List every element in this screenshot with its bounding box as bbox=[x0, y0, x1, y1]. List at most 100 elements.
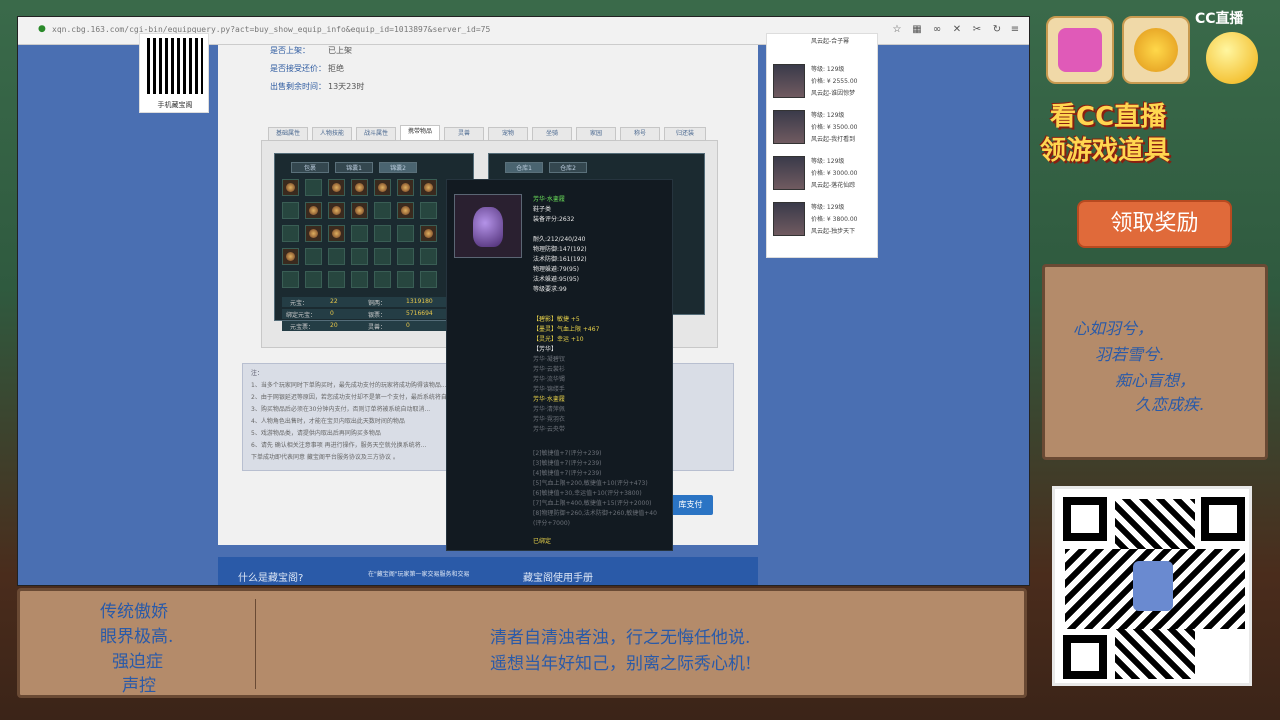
tab-storage2[interactable]: 仓库2 bbox=[549, 162, 587, 173]
url-text[interactable]: xqn.cbg.163.com/cgi-bin/equipquery.py?ac… bbox=[52, 25, 490, 34]
listing-item[interactable]: 等级: 129级 价格: ¥ 3800.00 风云起-独步天下 bbox=[773, 200, 877, 240]
inventory-slot[interactable] bbox=[282, 202, 299, 219]
tag-line: 眼界极高. bbox=[100, 627, 174, 647]
inventory-slot[interactable] bbox=[282, 271, 299, 288]
reload-icon[interactable]: ↻ bbox=[990, 23, 1004, 37]
sale-status-row: 是否上架： 已上架 bbox=[270, 45, 352, 56]
inventory-item[interactable] bbox=[397, 202, 414, 219]
similar-listings: 风云起-合子幂 等级: 129级 价格: ¥ 2555.00 风云起-谁因惊梦 … bbox=[766, 33, 878, 258]
inventory-slot[interactable] bbox=[420, 271, 437, 288]
inventory-item[interactable] bbox=[282, 248, 299, 265]
promo-banner: 看CC直播 领游戏道具 bbox=[1040, 90, 1220, 200]
inventory-item[interactable] bbox=[328, 179, 345, 196]
tab-pets[interactable]: 宠物 bbox=[488, 127, 528, 141]
help-link[interactable]: 什么是藏宝阁? bbox=[238, 569, 303, 584]
poem-panel: 心如羽兮， 羽若雪兮. 痴心盲想， 久恋成疾. bbox=[1042, 264, 1268, 460]
item-stat: 法术躲避:95(95) bbox=[533, 276, 579, 283]
menu-icon[interactable]: ≡ bbox=[1008, 23, 1022, 37]
item-type: 鞋子类 bbox=[533, 206, 552, 213]
inventory-slot[interactable] bbox=[351, 225, 368, 242]
inventory-slot[interactable] bbox=[374, 202, 391, 219]
inventory-item[interactable] bbox=[351, 179, 368, 196]
claim-reward-button[interactable]: 领取奖励 bbox=[1077, 200, 1232, 248]
listing-item[interactable]: 等级: 129级 价格: ¥ 2555.00 风云起-谁因惊梦 bbox=[773, 62, 877, 102]
poem-line: 久恋成疾. bbox=[1135, 395, 1205, 414]
inventory-item[interactable] bbox=[282, 179, 299, 196]
inventory-slot[interactable] bbox=[420, 248, 437, 265]
stat-key: 铜两： bbox=[368, 300, 387, 307]
inventory-slot[interactable] bbox=[328, 248, 345, 265]
tab-spirit[interactable]: 灵兽 bbox=[444, 127, 484, 141]
manual-link[interactable]: 藏宝阁使用手册 bbox=[523, 569, 593, 584]
promo-line: 领游戏道具 bbox=[1040, 136, 1171, 166]
tab-storage1[interactable]: 仓库1 bbox=[505, 162, 543, 173]
link-icon[interactable]: ∞ bbox=[930, 23, 944, 37]
listing-level: 等级: 129级 bbox=[811, 158, 845, 165]
puzzle-button[interactable] bbox=[1046, 16, 1114, 84]
inventory-item[interactable] bbox=[328, 225, 345, 242]
tab-pouch2[interactable]: 锦囊2 bbox=[379, 162, 417, 173]
qr-caption: 手机藏宝阁 bbox=[157, 101, 193, 109]
inventory-slot[interactable] bbox=[305, 248, 322, 265]
tab-skills[interactable]: 人物技能 bbox=[312, 127, 352, 141]
inventory-item[interactable] bbox=[374, 179, 391, 196]
inventory-slot[interactable] bbox=[351, 248, 368, 265]
tab-title[interactable]: 称号 bbox=[620, 127, 660, 141]
inventory-item[interactable] bbox=[397, 179, 414, 196]
inventory-item[interactable] bbox=[328, 202, 345, 219]
inventory-slot[interactable] bbox=[374, 248, 391, 265]
gem-line: 【墨灵】气血上限 +467 bbox=[533, 326, 600, 333]
inventory-item[interactable] bbox=[305, 202, 322, 219]
inventory-slot[interactable] bbox=[282, 225, 299, 242]
listing-name[interactable]: 风云起-合子幂 bbox=[811, 36, 849, 45]
inventory-slot[interactable] bbox=[397, 225, 414, 242]
inventory-item[interactable] bbox=[305, 225, 322, 242]
cc-logo: CC直播 bbox=[1195, 11, 1244, 27]
set-item: 芳华·云裳衫 bbox=[533, 366, 565, 373]
inventory-item[interactable] bbox=[351, 202, 368, 219]
inventory-slot[interactable] bbox=[397, 248, 414, 265]
scissors-icon[interactable]: ✂ bbox=[970, 23, 984, 37]
inventory-slot[interactable] bbox=[305, 271, 322, 288]
listing-item[interactable]: 等级: 129级 价格: ¥ 3500.00 风云起-我打看到 bbox=[773, 108, 877, 148]
listing-price: 价格: ¥ 2555.00 bbox=[811, 78, 858, 85]
stat-value: 5716694 bbox=[406, 310, 433, 317]
refine-line: [2]敏捷值+7(评分+239) bbox=[533, 450, 602, 457]
pay-button[interactable]: 库支付 bbox=[668, 495, 713, 515]
set-item-active: 芳华·水銮履 bbox=[533, 396, 565, 403]
tab-return[interactable]: 归还装 bbox=[664, 127, 706, 141]
inventory-slot[interactable] bbox=[305, 179, 322, 196]
tab-bag[interactable]: 包裹 bbox=[291, 162, 329, 173]
coin-button[interactable] bbox=[1122, 16, 1190, 84]
inventory-slot[interactable] bbox=[420, 202, 437, 219]
bookmark-icon[interactable]: ▦ bbox=[910, 23, 924, 37]
inventory-slot[interactable] bbox=[351, 271, 368, 288]
inventory-slot[interactable] bbox=[397, 271, 414, 288]
inventory-item[interactable] bbox=[420, 179, 437, 196]
star-icon[interactable]: ☆ bbox=[890, 23, 904, 37]
inventory-slot[interactable] bbox=[374, 225, 391, 242]
inventory-slot[interactable] bbox=[328, 271, 345, 288]
listing-level: 等级: 129级 bbox=[811, 204, 845, 211]
tab-home[interactable]: 家园 bbox=[576, 127, 616, 141]
tab-battle[interactable]: 战斗属性 bbox=[356, 127, 396, 141]
inventory-slot[interactable] bbox=[374, 271, 391, 288]
tab-mount[interactable]: 坐骑 bbox=[532, 127, 572, 141]
sale-value: 已上架 bbox=[328, 46, 352, 55]
tab-basic[interactable]: 基础属性 bbox=[268, 127, 308, 141]
close-tab-icon[interactable]: ✕ bbox=[950, 23, 964, 37]
item-name: 芳华·水銮履 bbox=[533, 196, 565, 203]
listing-price: 价格: ¥ 3800.00 bbox=[811, 216, 858, 223]
inventory-item[interactable] bbox=[420, 225, 437, 242]
tab-pouch1[interactable]: 锦囊1 bbox=[335, 162, 373, 173]
verse-line: 清者自清浊者浊，行之无悔任他说. bbox=[490, 628, 751, 648]
listing-name: 风云起-谁因惊梦 bbox=[811, 90, 856, 97]
refine-line: [5]气血上限+200,敏捷值+10(评分+473) bbox=[533, 480, 648, 487]
tab-items[interactable]: 携带物品 bbox=[400, 125, 440, 141]
bargain-value: 拒绝 bbox=[328, 64, 344, 73]
avatar bbox=[773, 202, 805, 236]
puzzle-icon bbox=[1058, 28, 1102, 72]
listing-item[interactable]: 等级: 129级 价格: ¥ 3000.00 风云起-落花仙踪 bbox=[773, 154, 877, 194]
currency-stats: 元宝： 22 铜两： 1319180 绑定元宝： 0 银票： 5716694 元… bbox=[282, 297, 470, 347]
listing-name: 风云起-我打看到 bbox=[811, 136, 856, 143]
